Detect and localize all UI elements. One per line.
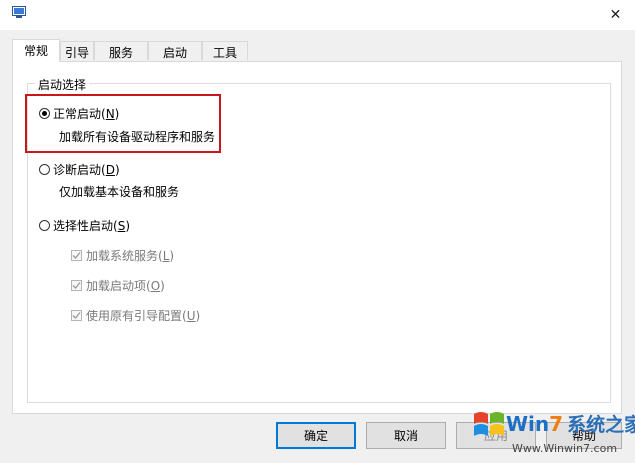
radio-diagnostic-startup[interactable]: 诊断启动(D) <box>39 161 120 178</box>
selective-startup-label: 选择性启动(S) <box>53 219 130 233</box>
tab-startup[interactable]: 启动 <box>148 41 202 60</box>
checkbox-load-startup-items[interactable]: 加载启动项(O) <box>71 277 165 294</box>
radio-selective-indicator[interactable] <box>39 220 50 231</box>
checkbox-indicator[interactable] <box>71 250 82 261</box>
check-icon <box>72 312 81 319</box>
tab-tools[interactable]: 工具 <box>202 41 248 60</box>
checkbox-indicator[interactable] <box>71 310 82 321</box>
checkbox-indicator[interactable] <box>71 280 82 291</box>
group-legend: 启动选择 <box>35 76 90 93</box>
checkbox-use-original-boot-config[interactable]: 使用原有引导配置(U) <box>71 307 200 324</box>
tab-general[interactable]: 常规 <box>12 39 60 62</box>
radio-diagnostic-indicator[interactable] <box>39 164 50 175</box>
highlight-box <box>25 94 221 153</box>
diagnostic-startup-label: 诊断启动(D) <box>53 163 120 177</box>
tab-boot[interactable]: 引导 <box>60 41 94 60</box>
close-icon: ✕ <box>609 7 622 23</box>
app-icon <box>12 6 26 18</box>
check-icon <box>72 252 81 259</box>
checkbox-load-system-services[interactable]: 加载系统服务(L) <box>71 247 174 264</box>
title-bar: ✕ <box>0 0 635 30</box>
radio-selective-startup[interactable]: 选择性启动(S) <box>39 217 130 234</box>
close-button[interactable]: ✕ <box>596 0 635 30</box>
diagnostic-startup-desc: 仅加载基本设备和服务 <box>59 185 180 199</box>
windows-logo-icon <box>474 412 504 436</box>
cancel-button[interactable]: 取消 <box>366 422 446 449</box>
ok-button[interactable]: 确定 <box>276 422 356 449</box>
site-watermark: Win7 系统之家 Www.Winwin7.com <box>470 402 635 463</box>
tab-services[interactable]: 服务 <box>94 41 148 60</box>
check-icon <box>72 282 81 289</box>
